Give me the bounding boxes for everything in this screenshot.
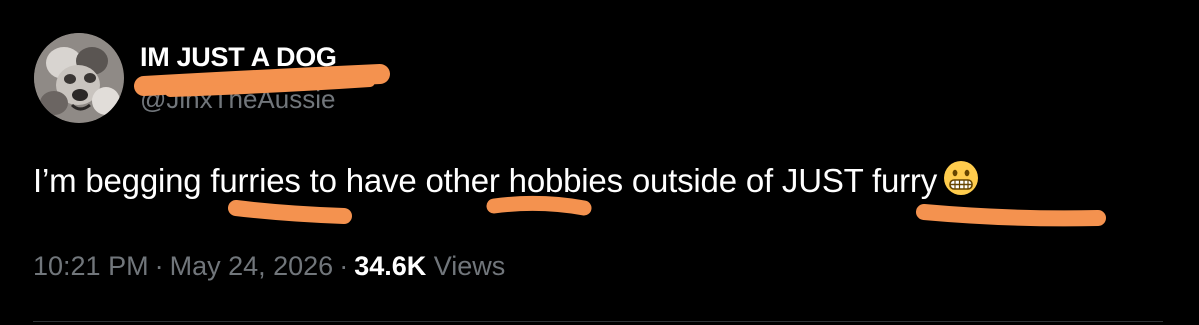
views-count[interactable]: 34.6K — [354, 251, 426, 281]
avatar[interactable] — [34, 33, 124, 123]
tweet-text: I’m begging furries to have other hobbie… — [33, 160, 979, 204]
display-name[interactable]: IM JUST A DOG — [140, 42, 337, 73]
tweet-text-segment: hobbies outside of — [499, 162, 782, 199]
divider — [33, 321, 1163, 322]
tweet-time[interactable]: 10:21 PM — [33, 251, 149, 281]
grimacing-face-icon — [943, 160, 979, 204]
user-handle[interactable]: @JinxTheAussie — [140, 84, 335, 115]
tweet-text-segment: to have — [300, 162, 426, 199]
highlighted-word-furries[interactable]: furries — [210, 162, 300, 199]
dog-avatar-image — [34, 33, 124, 123]
highlighted-word-other: other — [425, 162, 500, 199]
tweet-text-segment: I’m begging — [33, 162, 211, 199]
tweet-date[interactable]: May 24, 2026 — [170, 251, 334, 281]
just-furry-underline-annotation — [916, 204, 1106, 227]
tweet-metadata: 10:21 PM · May 24, 2026 · 34.6K Views — [33, 251, 505, 282]
tweet-card: IM JUST A DOG @JinxTheAussie I’m begging… — [0, 0, 1199, 325]
separator-dot: · — [154, 251, 164, 281]
views-label[interactable]: Views — [434, 251, 506, 281]
separator-dot: · — [339, 251, 349, 281]
highlighted-words-just-furry: JUST furry — [781, 162, 937, 199]
